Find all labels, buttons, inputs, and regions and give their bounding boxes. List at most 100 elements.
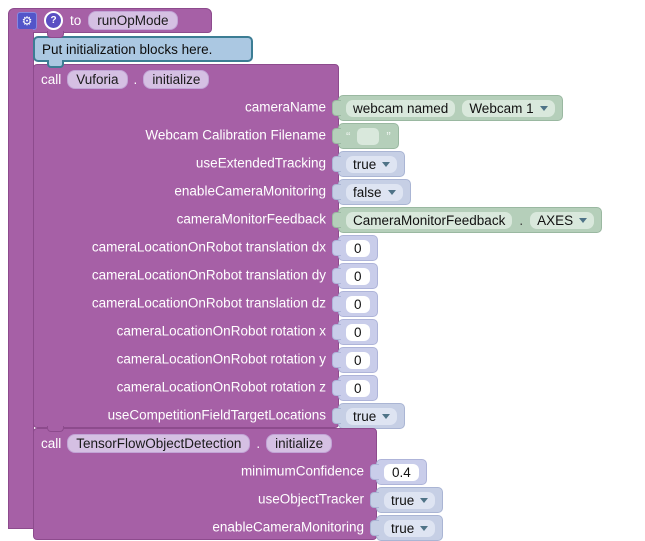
boolean-value: true <box>353 409 376 424</box>
boolean-block[interactable]: true <box>338 151 405 177</box>
procedure-name-field[interactable]: runOpMode <box>88 11 177 30</box>
param-label: cameraLocationOnRobot rotation z <box>117 380 326 395</box>
number-field[interactable]: 0 <box>346 240 370 257</box>
param-row-cameraMonitorFeedback: cameraMonitorFeedback CameraMonitorFeedb… <box>34 205 338 233</box>
webcam-name-block[interactable]: webcam named Webcam 1 <box>338 95 563 121</box>
number-block[interactable]: 0 <box>338 375 378 401</box>
param-label: cameraLocationOnRobot rotation x <box>117 324 326 339</box>
webcam-dropdown-value: Webcam 1 <box>469 101 533 116</box>
boolean-dropdown[interactable]: true <box>346 408 397 425</box>
number-block[interactable]: 0 <box>338 347 378 373</box>
connector-bump <box>47 60 64 68</box>
number-block[interactable]: 0.4 <box>376 459 427 485</box>
param-label: cameraLocationOnRobot translation dy <box>92 268 326 283</box>
dropdown-arrow-icon <box>388 190 396 195</box>
comment-block[interactable]: Put initialization blocks here. <box>33 36 253 62</box>
connector-bump <box>47 426 64 432</box>
number-field[interactable]: 0 <box>346 296 370 313</box>
boolean-dropdown[interactable]: true <box>384 492 435 509</box>
dropdown-arrow-icon <box>540 106 548 111</box>
dropdown-arrow-icon <box>579 218 587 223</box>
open-quote: “ <box>346 129 350 144</box>
call-keyword: call <box>41 436 61 451</box>
enum-dropdown[interactable]: AXES <box>530 212 594 229</box>
param-row-enableCameraMonitoring-tf: enableCameraMonitoring true <box>34 513 376 541</box>
vuforia-initialize-block[interactable]: call Vuforia . initialize cameraName web… <box>33 64 339 428</box>
vuforia-block-header: call Vuforia . initialize <box>34 65 338 93</box>
comment-text: Put initialization blocks here. <box>42 42 212 57</box>
to-keyword: to <box>70 13 81 28</box>
number-field[interactable]: 0.4 <box>384 464 419 481</box>
param-label: Webcam Calibration Filename <box>145 128 326 143</box>
number-block[interactable]: 0 <box>338 319 378 345</box>
dropdown-arrow-icon <box>420 526 428 531</box>
dot-separator: . <box>256 436 260 451</box>
text-block[interactable]: “ ” <box>338 123 399 149</box>
param-row-translation-dx: cameraLocationOnRobot translation dx 0 <box>34 233 338 261</box>
tensorflow-method-field[interactable]: initialize <box>266 434 332 453</box>
connector-bump <box>47 31 64 38</box>
number-block[interactable]: 0 <box>338 235 378 261</box>
webcam-named-label: webcam named <box>346 100 455 117</box>
boolean-block[interactable]: false <box>338 179 411 205</box>
boolean-value: true <box>353 157 376 172</box>
param-label: cameraLocationOnRobot rotation y <box>117 352 326 367</box>
param-row-rotation-z: cameraLocationOnRobot rotation z 0 <box>34 373 338 401</box>
number-block[interactable]: 0 <box>338 263 378 289</box>
param-row-rotation-y: cameraLocationOnRobot rotation y 0 <box>34 345 338 373</box>
enum-value: AXES <box>537 213 573 228</box>
enum-class-label: CameraMonitorFeedback <box>346 212 512 229</box>
boolean-dropdown[interactable]: true <box>384 520 435 537</box>
param-label: cameraMonitorFeedback <box>177 212 326 227</box>
param-row-calibration-filename: Webcam Calibration Filename “ ” <box>34 121 338 149</box>
param-row-rotation-x: cameraLocationOnRobot rotation x 0 <box>34 317 338 345</box>
number-field[interactable]: 0 <box>346 380 370 397</box>
enum-block[interactable]: CameraMonitorFeedback . AXES <box>338 207 602 233</box>
vuforia-target-field[interactable]: Vuforia <box>67 70 127 89</box>
runopmode-block-header[interactable]: ⚙ ? to runOpMode <box>8 8 212 33</box>
runopmode-block-body[interactable] <box>8 32 34 529</box>
param-row-translation-dz: cameraLocationOnRobot translation dz 0 <box>34 289 338 317</box>
param-row-cameraName: cameraName webcam named Webcam 1 <box>34 93 338 121</box>
text-input-field[interactable] <box>357 128 379 145</box>
close-quote: ” <box>386 129 390 144</box>
param-label: useObjectTracker <box>258 492 364 507</box>
boolean-dropdown[interactable]: false <box>346 184 403 201</box>
boolean-dropdown[interactable]: true <box>346 156 397 173</box>
param-row-useObjectTracker: useObjectTracker true <box>34 485 376 513</box>
dropdown-arrow-icon <box>420 498 428 503</box>
param-label: enableCameraMonitoring <box>174 184 326 199</box>
param-row-useExtendedTracking: useExtendedTracking true <box>34 149 338 177</box>
param-row-minimumConfidence: minimumConfidence 0.4 <box>34 457 376 485</box>
boolean-value: false <box>353 185 382 200</box>
dropdown-arrow-icon <box>382 162 390 167</box>
vuforia-method-field[interactable]: initialize <box>143 70 209 89</box>
tensorflow-initialize-block[interactable]: call TensorFlowObjectDetection . initial… <box>33 428 377 540</box>
number-field[interactable]: 0 <box>346 268 370 285</box>
param-row-useCompetitionFieldTargetLocations: useCompetitionFieldTargetLocations true <box>34 401 338 429</box>
param-label: enableCameraMonitoring <box>212 520 364 535</box>
gear-icon[interactable]: ⚙ <box>17 12 37 30</box>
dot-separator: . <box>134 72 138 87</box>
webcam-dropdown[interactable]: Webcam 1 <box>462 100 554 117</box>
tensorflow-target-field[interactable]: TensorFlowObjectDetection <box>67 434 250 453</box>
boolean-block[interactable]: true <box>376 515 443 541</box>
boolean-value: true <box>391 521 414 536</box>
boolean-block[interactable]: true <box>376 487 443 513</box>
number-block[interactable]: 0 <box>338 291 378 317</box>
boolean-block[interactable]: true <box>338 403 405 429</box>
param-row-translation-dy: cameraLocationOnRobot translation dy 0 <box>34 261 338 289</box>
boolean-value: true <box>391 493 414 508</box>
param-label: minimumConfidence <box>241 464 364 479</box>
number-field[interactable]: 0 <box>346 324 370 341</box>
dropdown-arrow-icon <box>382 414 390 419</box>
runopmode-block-seam <box>9 29 33 34</box>
call-keyword: call <box>41 72 61 87</box>
param-label: cameraLocationOnRobot translation dx <box>92 240 326 255</box>
param-label: useExtendedTracking <box>196 156 326 171</box>
dot-separator: . <box>519 213 523 228</box>
param-label: cameraLocationOnRobot translation dz <box>92 296 326 311</box>
param-label: cameraName <box>245 100 326 115</box>
help-icon[interactable]: ? <box>44 11 63 30</box>
number-field[interactable]: 0 <box>346 352 370 369</box>
